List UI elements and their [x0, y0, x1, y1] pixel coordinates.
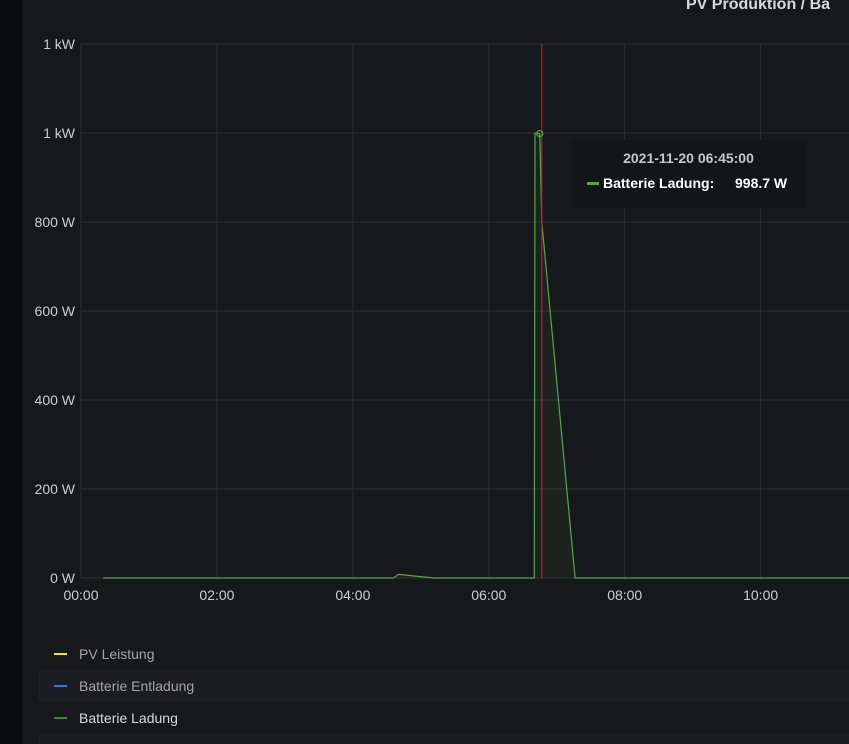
x-tick-label: 04:00 [335, 587, 370, 603]
y-tick-label: 0 W [50, 570, 76, 586]
y-tick-label: 1 kW [43, 125, 76, 141]
y-tick-label: 800 W [35, 214, 76, 230]
x-tick-label: 10:00 [743, 587, 778, 603]
tooltip-swatch [587, 181, 599, 185]
legend-swatch [54, 717, 67, 719]
legend: PV Leistung Batterie Entladung Batterie … [38, 638, 849, 744]
series-point [533, 577, 535, 579]
legend-swatch [54, 685, 67, 687]
legend-item-batterie-ladung[interactable]: Batterie Ladung [38, 702, 849, 734]
x-tick-label: 00:00 [63, 587, 98, 603]
chart-area[interactable]: 0 W 200 W 400 W 600 W 800 W 1 kW 1 kW 00:00 02:0… [0, 0, 849, 630]
legend-label: PV Leistung [79, 646, 155, 662]
tooltip: 2021-11-20 06:45:00 Batterie Ladung: 998… [571, 140, 806, 208]
series-point [574, 577, 576, 579]
x-tick-label: 08:00 [607, 587, 642, 603]
legend-item-pv-leistung[interactable]: PV Leistung [38, 638, 849, 670]
series-point [534, 132, 536, 134]
tooltip-time: 2021-11-20 06:45:00 [623, 150, 754, 166]
y-tick-label: 1 kW [43, 36, 76, 52]
legend-item-batterie-entladung[interactable]: Batterie Entladung [38, 670, 849, 702]
legend-swatch [54, 653, 67, 655]
tooltip-value: 998.7 W [735, 175, 788, 191]
x-tick-label: 06:00 [471, 587, 506, 603]
series-point [397, 573, 399, 575]
y-tick-label: 200 W [35, 481, 76, 497]
y-tick-label: 400 W [35, 392, 76, 408]
tooltip-row: Batterie Ladung: 998.7 W [571, 175, 806, 191]
legend-label: Batterie Entladung [79, 678, 195, 694]
legend-label: Batterie Ladung [79, 710, 178, 726]
series-point [433, 577, 435, 579]
x-tick-label: 02:00 [199, 587, 234, 603]
series-point [102, 577, 104, 579]
series-point [393, 577, 395, 579]
tooltip-series-label: Batterie Ladung: [603, 175, 715, 191]
series-point [539, 133, 541, 135]
legend-spacer [38, 734, 849, 744]
y-tick-label: 600 W [35, 303, 76, 319]
